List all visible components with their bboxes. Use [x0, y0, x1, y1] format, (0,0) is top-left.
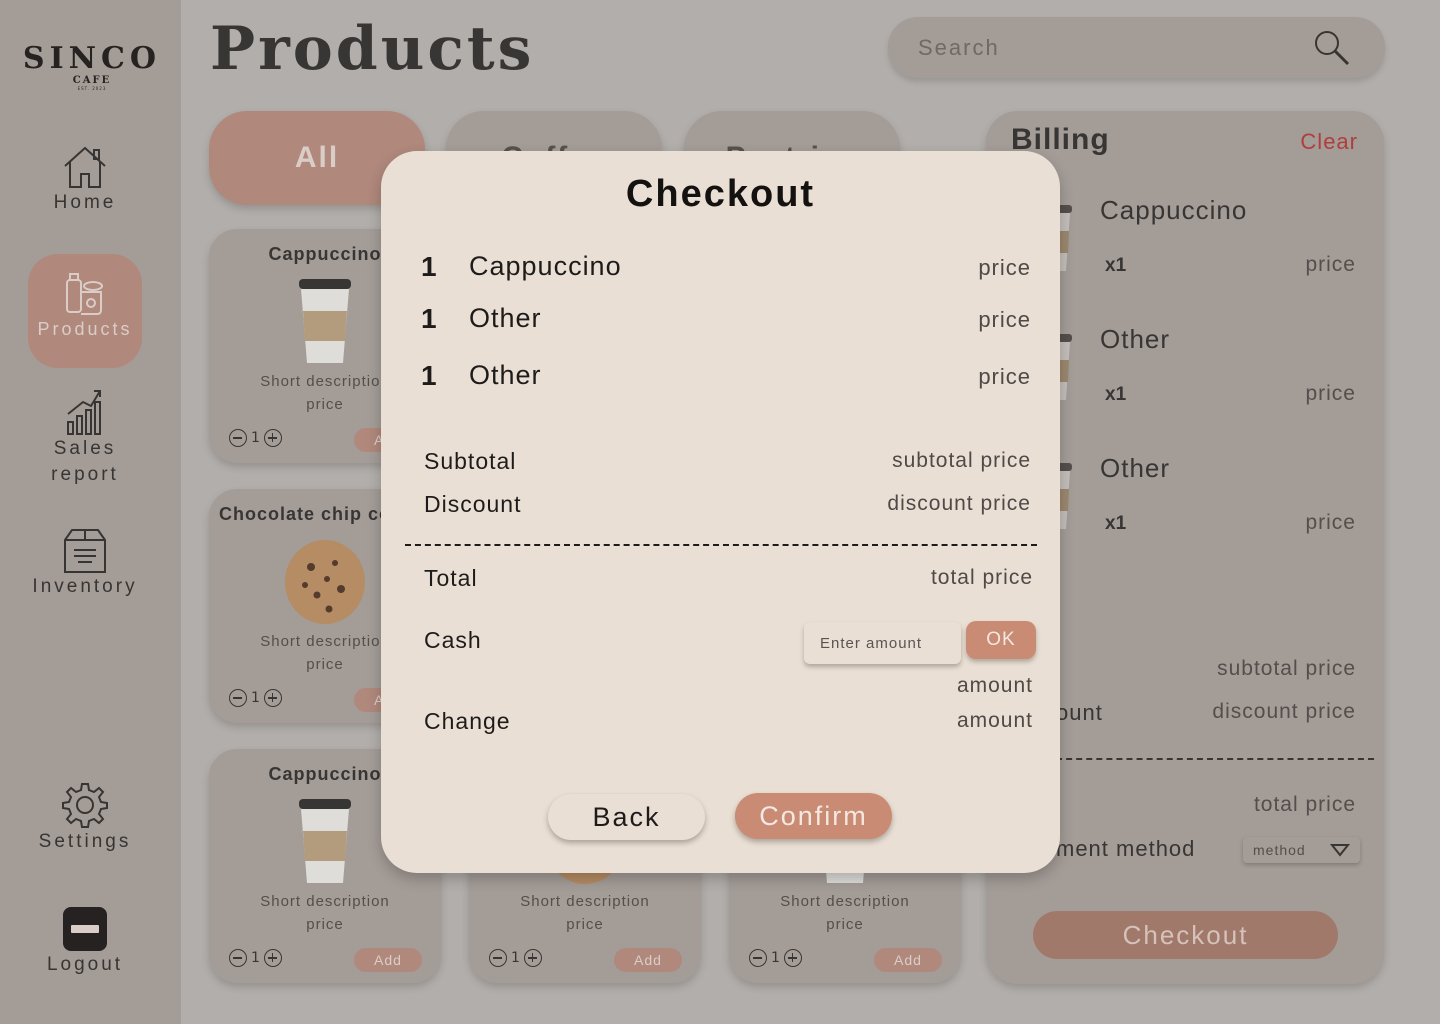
subtotal-value: subtotal price: [892, 449, 1031, 472]
confirm-button[interactable]: Confirm: [735, 793, 892, 839]
checkout-item-qty: 1: [421, 251, 437, 282]
checkout-item-name: Other: [469, 360, 542, 390]
checkout-item-name: Cappuccino: [469, 251, 622, 281]
checkout-item: 1 Other price: [381, 303, 1060, 343]
cash-label: Cash: [424, 627, 482, 653]
cash-amount-input[interactable]: [804, 622, 961, 664]
change-label: Change: [424, 708, 511, 734]
checkout-item: 1 Other price: [381, 360, 1060, 400]
checkout-item: 1 Cappuccino price: [381, 251, 1060, 291]
subtotal-label: Subtotal: [424, 448, 517, 474]
checkout-item-price: price: [978, 307, 1031, 332]
modal-divider: [405, 544, 1037, 546]
total-label: Total: [424, 565, 478, 591]
checkout-item-qty: 1: [421, 360, 437, 391]
total-value: total price: [930, 566, 1033, 589]
cash-amount-value: amount: [956, 674, 1033, 697]
change-value: amount: [956, 709, 1033, 732]
discount-value: discount price: [887, 492, 1031, 515]
checkout-modal: Checkout 1 Cappuccino price 1 Other pric…: [381, 151, 1060, 873]
checkout-item-name: Other: [469, 303, 542, 333]
checkout-item-qty: 1: [421, 303, 437, 334]
modal-title: Checkout: [625, 173, 816, 215]
checkout-item-price: price: [978, 255, 1031, 280]
discount-label: Discount: [424, 491, 522, 517]
checkout-item-price: price: [978, 364, 1031, 389]
ok-button[interactable]: OK: [966, 621, 1036, 659]
back-button[interactable]: Back: [548, 794, 705, 840]
